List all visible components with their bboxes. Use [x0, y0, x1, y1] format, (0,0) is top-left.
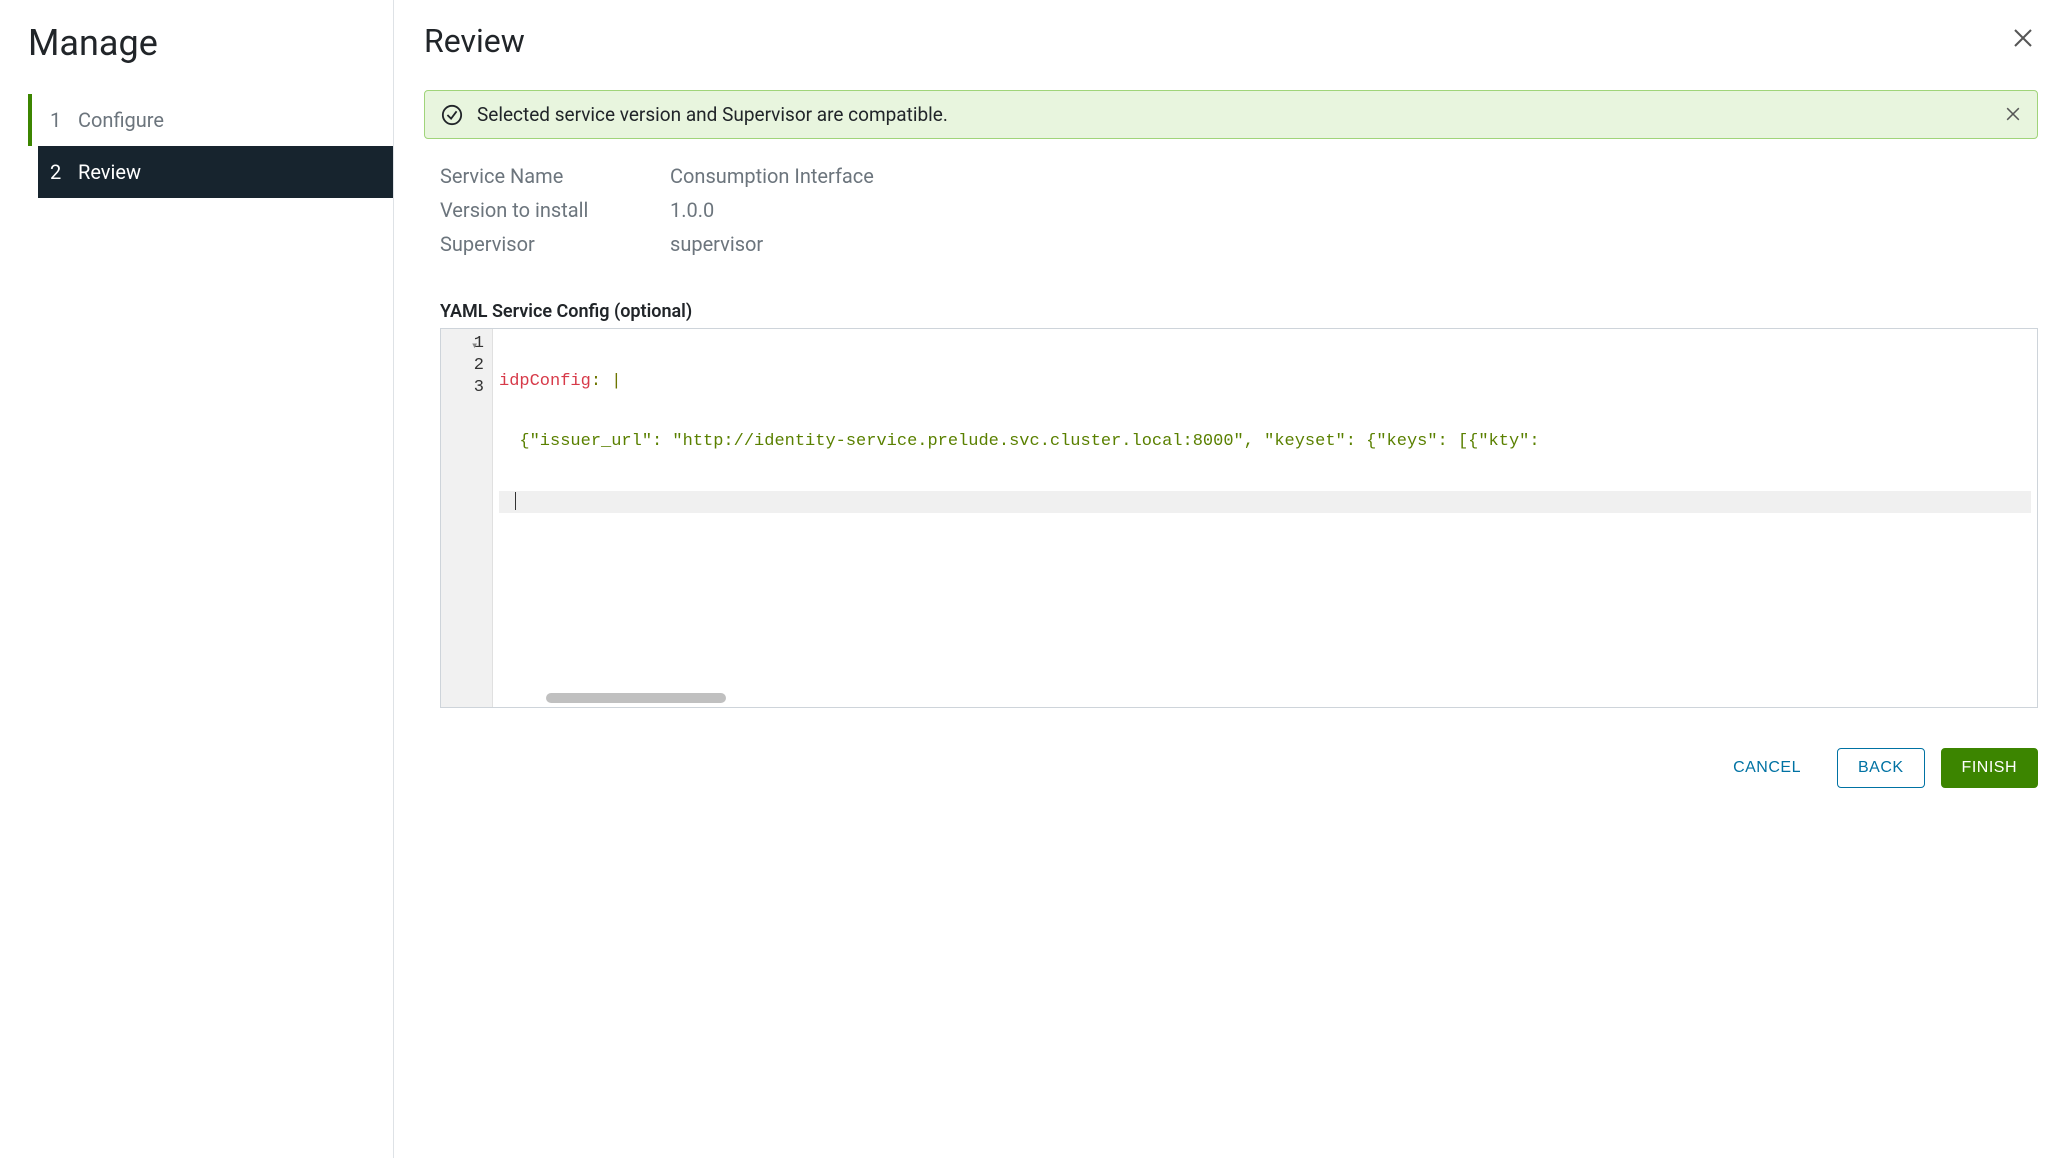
yaml-editor[interactable]: 1▾ 2 3 idpConfig: | {"issuer_url": "http… — [440, 328, 2038, 708]
step-label-review: Review — [78, 160, 141, 184]
finish-button[interactable]: FINISH — [1941, 748, 2038, 788]
gutter-line-1: 1▾ — [441, 333, 484, 355]
info-row-service-name: Service Name Consumption Interface — [440, 159, 2038, 193]
footer: CANCEL BACK FINISH — [424, 708, 2038, 788]
version-value: 1.0.0 — [670, 198, 714, 222]
info-row-version: Version to install 1.0.0 — [440, 193, 2038, 227]
fold-icon[interactable]: ▾ — [471, 335, 478, 357]
step-review[interactable]: 2 Review — [38, 146, 393, 198]
service-name-label: Service Name — [440, 164, 670, 188]
supervisor-value: supervisor — [670, 232, 763, 256]
code-line-1: idpConfig: | — [499, 371, 2031, 393]
cancel-button[interactable]: CANCEL — [1713, 749, 1821, 787]
alert-text: Selected service version and Supervisor … — [477, 103, 2005, 126]
version-label: Version to install — [440, 198, 670, 222]
text-cursor — [515, 492, 516, 510]
back-button[interactable]: BACK — [1837, 748, 1925, 788]
sidebar-title: Manage — [0, 22, 393, 94]
gutter-line-3: 3 — [441, 377, 484, 399]
step-configure[interactable]: 1 Configure — [0, 94, 393, 146]
alert-close-button[interactable] — [2005, 104, 2021, 126]
page-title: Review — [424, 22, 525, 60]
sidebar: Manage 1 Configure 2 Review — [0, 0, 394, 1158]
step-label-configure: Configure — [78, 108, 164, 132]
success-alert: Selected service version and Supervisor … — [424, 90, 2038, 139]
step-number-2: 2 — [50, 160, 78, 184]
editor-gutter: 1▾ 2 3 — [441, 329, 493, 707]
code-line-2: {"issuer_url": "http://identity-service.… — [499, 431, 2031, 453]
service-name-value: Consumption Interface — [670, 164, 874, 188]
check-circle-icon — [441, 104, 463, 126]
close-icon — [2005, 102, 2021, 127]
supervisor-label: Supervisor — [440, 232, 670, 256]
info-row-supervisor: Supervisor supervisor — [440, 227, 2038, 261]
close-button[interactable] — [2008, 22, 2038, 58]
code-line-3 — [499, 491, 2031, 513]
yaml-section-label: YAML Service Config (optional) — [440, 301, 2038, 322]
editor-code-area[interactable]: idpConfig: | {"issuer_url": "http://iden… — [493, 329, 2037, 707]
gutter-line-2: 2 — [441, 355, 484, 377]
main-content: Review Selected service version and Supe… — [394, 0, 2068, 1158]
step-number-1: 1 — [50, 108, 78, 132]
close-icon — [2012, 24, 2034, 55]
horizontal-scrollbar-thumb[interactable] — [546, 693, 726, 703]
